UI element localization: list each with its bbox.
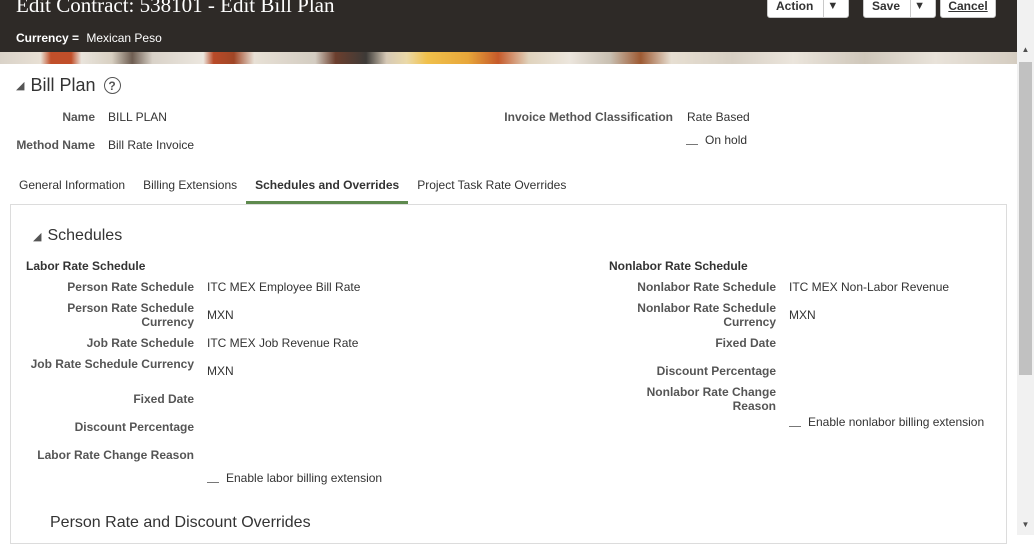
- on-hold-checkbox[interactable]: On hold: [686, 133, 747, 147]
- vertical-scrollbar[interactable]: ▲ ▼: [1017, 0, 1034, 535]
- action-button[interactable]: Action ▼: [767, 0, 849, 18]
- tab-billing-extensions[interactable]: Billing Extensions: [134, 168, 246, 204]
- currency-info: Currency = Mexican Peso: [16, 31, 162, 45]
- schedules-header[interactable]: ◢ Schedules: [33, 227, 122, 245]
- header-decorative-banner: [0, 52, 1017, 64]
- name-label: Name: [62, 110, 95, 124]
- labor-rate-schedule-group-label: Labor Rate Schedule: [26, 259, 146, 273]
- tab-panel: [10, 204, 1007, 544]
- job-rate-schedule-currency-value: MXN: [207, 364, 234, 378]
- save-button[interactable]: Save ▼: [863, 0, 936, 18]
- nonlabor-fixed-date-label: Fixed Date: [715, 336, 776, 350]
- cancel-button[interactable]: Cancel: [940, 0, 996, 18]
- labor-extension-check-icon[interactable]: [207, 481, 219, 483]
- job-rate-schedule-currency-label: Job Rate Schedule Currency: [30, 357, 194, 371]
- on-hold-label: On hold: [705, 133, 748, 147]
- currency-label: Currency =: [16, 31, 80, 45]
- page-title: Edit Contract: 538101 - Edit Bill Plan: [16, 0, 335, 17]
- labor-discount-percentage-label: Discount Percentage: [74, 420, 194, 434]
- labor-fixed-date-label: Fixed Date: [133, 392, 194, 406]
- invoice-classification-value: Rate Based: [687, 110, 750, 124]
- save-button-label: Save: [872, 0, 901, 13]
- on-hold-check-icon[interactable]: [686, 143, 698, 145]
- nonlabor-rate-schedule-currency-value: MXN: [789, 308, 816, 322]
- help-icon[interactable]: ?: [103, 77, 121, 94]
- bill-plan-title: Bill Plan: [30, 75, 96, 95]
- action-dropdown-icon[interactable]: ▼: [823, 0, 841, 17]
- nonlabor-rate-schedule-value: ITC MEX Non-Labor Revenue: [789, 280, 950, 294]
- enable-nonlabor-billing-extension-label: Enable nonlabor billing extension: [808, 415, 985, 429]
- nonlabor-extension-check-icon[interactable]: [789, 425, 801, 427]
- nonlabor-rate-schedule-label: Nonlabor Rate Schedule: [637, 280, 776, 294]
- name-value: BILL PLAN: [108, 110, 167, 124]
- labor-rate-change-reason-label: Labor Rate Change Reason: [37, 448, 194, 462]
- job-rate-schedule-value: ITC MEX Job Revenue Rate: [207, 336, 359, 350]
- scroll-down-icon[interactable]: ▼: [1017, 520, 1034, 529]
- collapse-triangle-icon[interactable]: ◢: [16, 79, 24, 92]
- person-rate-schedule-value: ITC MEX Employee Bill Rate: [207, 280, 361, 294]
- enable-labor-billing-extension-label: Enable labor billing extension: [226, 471, 383, 485]
- person-rate-schedule-currency-value: MXN: [207, 308, 234, 322]
- action-button-label: Action: [776, 0, 814, 13]
- method-name-value: Bill Rate Invoice: [108, 138, 195, 152]
- schedules-title: Schedules: [47, 227, 123, 244]
- scroll-up-icon[interactable]: ▲: [1017, 45, 1034, 54]
- tab-schedules-and-overrides[interactable]: Schedules and Overrides: [246, 168, 409, 204]
- nonlabor-rate-schedule-group-label: Nonlabor Rate Schedule: [609, 259, 748, 273]
- currency-value: Mexican Peso: [86, 31, 162, 45]
- enable-labor-billing-extension-checkbox[interactable]: Enable labor billing extension: [207, 471, 382, 485]
- tab-project-task-rate-overrides[interactable]: Project Task Rate Overrides: [408, 168, 575, 204]
- nonlabor-discount-percentage-label: Discount Percentage: [656, 364, 776, 378]
- enable-nonlabor-billing-extension-checkbox[interactable]: Enable nonlabor billing extension: [789, 415, 984, 429]
- nonlabor-rate-change-reason-label: Nonlabor Rate Change Reason: [646, 385, 776, 413]
- page-header: Edit Contract: 538101 - Edit Bill Plan C…: [0, 0, 1017, 64]
- collapse-triangle-icon[interactable]: ◢: [33, 230, 41, 243]
- tab-bar: General Information Billing Extensions S…: [10, 168, 575, 204]
- method-name-label: Method Name: [16, 138, 95, 152]
- tab-general-information[interactable]: General Information: [10, 168, 134, 204]
- job-rate-schedule-label: Job Rate Schedule: [86, 336, 194, 350]
- person-rate-schedule-currency-label: Person Rate Schedule Currency: [67, 301, 194, 329]
- person-rate-schedule-label: Person Rate Schedule: [67, 280, 194, 294]
- bill-plan-header[interactable]: ◢ Bill Plan ?: [16, 75, 121, 96]
- invoice-classification-label: Invoice Method Classification: [504, 110, 673, 124]
- person-rate-discount-overrides-header[interactable]: Person Rate and Discount Overrides: [50, 514, 311, 532]
- person-rate-discount-overrides-title: Person Rate and Discount Overrides: [50, 514, 311, 531]
- scrollbar-thumb[interactable]: [1019, 62, 1032, 375]
- nonlabor-rate-schedule-currency-label: Nonlabor Rate Schedule Currency: [637, 301, 776, 329]
- save-dropdown-icon[interactable]: ▼: [910, 0, 928, 17]
